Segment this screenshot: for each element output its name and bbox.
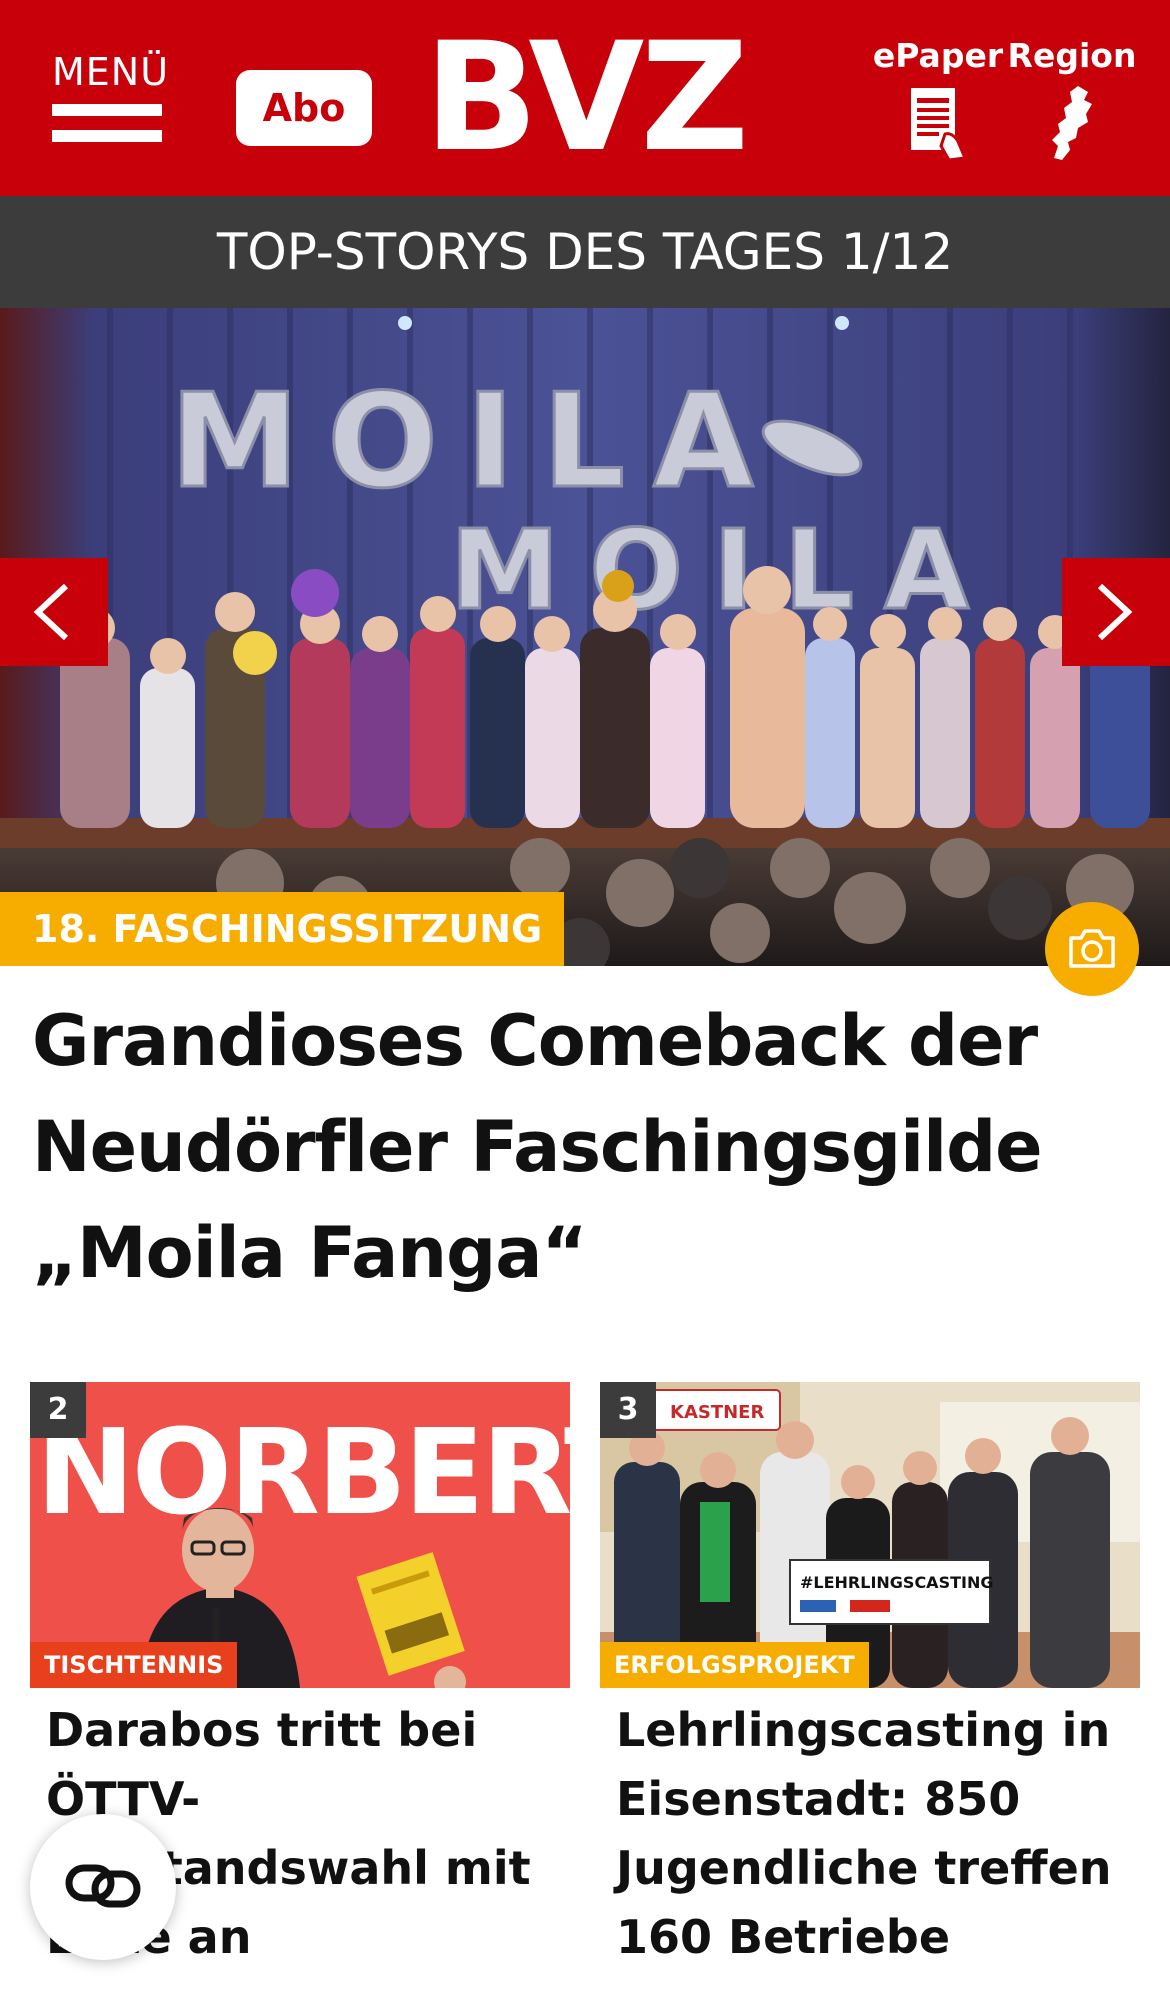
hero-foil-text-row1: MOILA — [170, 365, 782, 517]
previous-story-button[interactable] — [0, 558, 108, 666]
hero-foil-text-row2: MOILA — [450, 506, 999, 634]
epaper-icon — [911, 88, 968, 162]
chevron-left-icon — [33, 583, 69, 641]
region-button[interactable]: Region — [1004, 36, 1140, 164]
menu-button[interactable]: MENÜ — [52, 50, 170, 160]
teaser-kicker: TISCHTENNIS — [30, 1642, 238, 1688]
next-story-button[interactable] — [1062, 558, 1170, 666]
hamburger-icon-bar — [52, 130, 162, 142]
region-map-icon — [1052, 86, 1092, 160]
chevron-right-icon — [1097, 583, 1133, 641]
camera-icon — [1069, 929, 1115, 968]
teaser-image: NORBERT 2 TISCHTENNIS — [30, 1382, 570, 1688]
bvz-logo[interactable]: BVZ — [424, 18, 749, 178]
hero-headline[interactable]: Grandioses Comeback der Neudörfler Fasch… — [32, 988, 1132, 1306]
hamburger-icon — [52, 104, 162, 116]
epaper-label: ePaper — [872, 36, 1004, 75]
hero-kicker: 18. FASCHINGSSITZUNG — [0, 892, 565, 966]
link-icon — [65, 1864, 141, 1908]
gallery-button[interactable] — [1045, 902, 1139, 996]
teaser-rank: 3 — [600, 1382, 656, 1438]
teaser-card[interactable]: KASTNER #LEHRLINGSCASTING 3 ERFOLGSPROJE… — [600, 1382, 1140, 1972]
teaser-image: KASTNER #LEHRLINGSCASTING 3 ERFOLGSPROJE… — [600, 1382, 1140, 1688]
teaser-headline: Lehrlingscasting in Eisenstadt: 850 Juge… — [616, 1703, 1112, 1964]
top-stories-heading: TOP-STORYS DES TAGES 1/12 — [0, 196, 1170, 308]
teaser-image-text: NORBERT — [36, 1403, 570, 1541]
hero-photo: MOILA MOILA — [0, 308, 1170, 966]
epaper-button[interactable]: ePaper — [864, 36, 1012, 162]
link-button[interactable] — [30, 1814, 176, 1960]
teaser-banner-text: KASTNER — [670, 1402, 764, 1423]
teaser-rank: 2 — [30, 1382, 86, 1438]
teaser-kicker: ERFOLGSPROJEKT — [600, 1642, 869, 1688]
teaser-sign-text: #LEHRLINGSCASTING — [800, 1573, 993, 1592]
site-header: MENÜ Abo BVZ ePaper Region — [0, 0, 1170, 196]
menu-label: MENÜ — [52, 50, 170, 94]
abo-button[interactable]: Abo — [236, 70, 372, 146]
region-label: Region — [1007, 36, 1137, 75]
hero-image[interactable]: MOILA MOILA — [0, 308, 1170, 966]
